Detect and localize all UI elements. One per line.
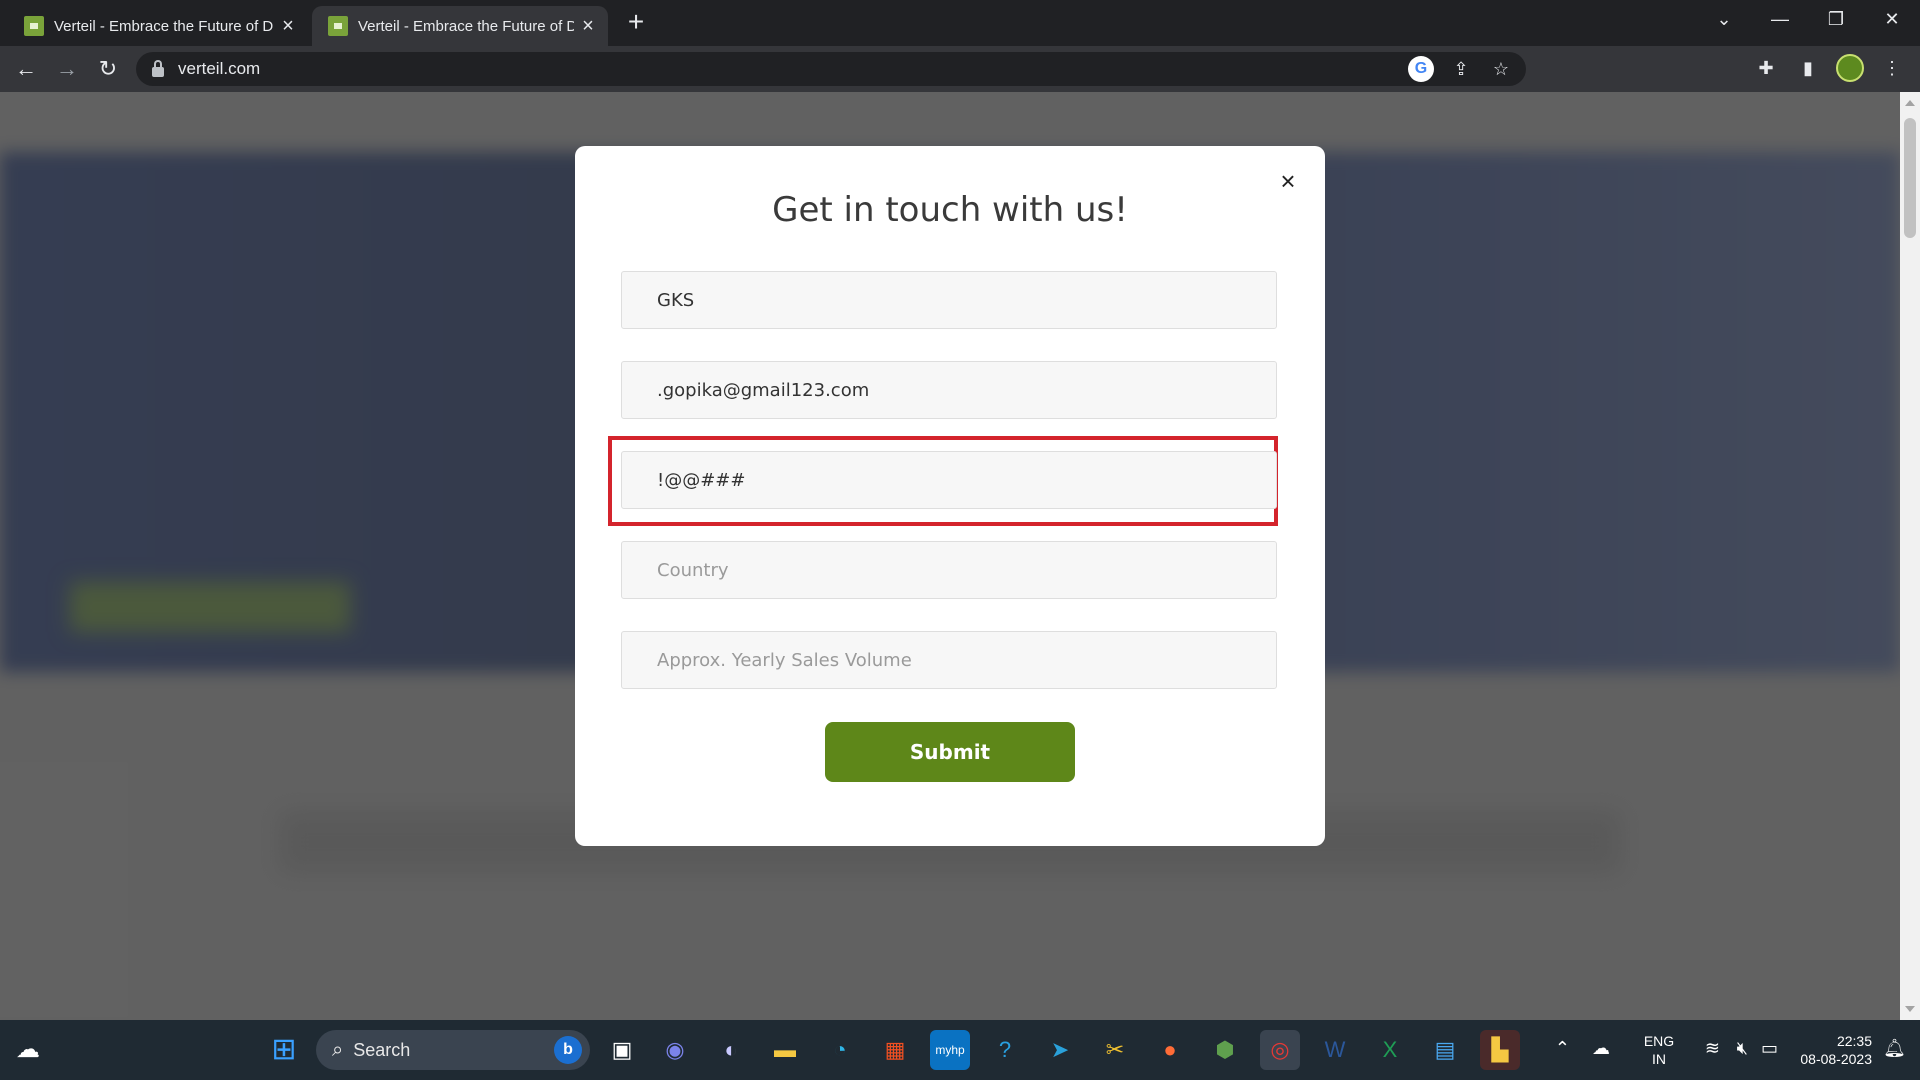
contact-modal: × Get in touch with us! GKS .gopika@gmai… [575,146,1325,846]
language-line2: IN [1652,1051,1666,1067]
page-scrollbar[interactable] [1900,92,1920,1020]
notification-bell-icon[interactable]: 🔔︎ [1883,1038,1906,1059]
bookmark-star-icon[interactable]: ☆ [1488,56,1514,82]
address-bar[interactable]: verteil.com G ⇪ ☆ [136,52,1526,86]
forward-icon[interactable]: → [51,53,83,85]
side-panel-icon[interactable]: ▮ [1794,54,1822,82]
window-controls: ⌄ — ❐ ✕ [1696,0,1920,40]
file-explorer-icon[interactable]: ▬ [765,1030,805,1070]
extensions-puzzle-icon[interactable]: ✚ [1752,54,1780,82]
lock-icon [152,60,164,77]
language-line1: ENG [1643,1033,1675,1049]
tab-search-icon[interactable]: ⌄ [1696,0,1752,40]
google-lens-icon[interactable]: G [1408,56,1434,82]
windows-start-icon[interactable]: ⊞ [264,1030,304,1070]
nodejs-icon[interactable]: ⬢ [1205,1030,1245,1070]
chrome-icon[interactable]: ◎ [1260,1030,1300,1070]
scroll-thumb[interactable] [1904,118,1916,238]
myhp-icon[interactable]: myhp [930,1030,970,1070]
sales-volume-field[interactable]: Approx. Yearly Sales Volume [621,631,1277,689]
windows-taskbar: ☁ ⊞ ⌕ Search b ▣ ◉ ◐ ▬ ◔ ▦ myhp ? ➤ ✂ ● … [0,1020,1920,1080]
task-view-icon[interactable]: ▣ [602,1030,642,1070]
reload-icon[interactable]: ↻ [92,53,124,85]
volume-muted-icon[interactable]: 🔇︎ [1737,1038,1748,1059]
show-hidden-icons-icon[interactable]: ⌃ [1555,1038,1570,1059]
submit-button[interactable]: Submit [825,722,1075,782]
omnibox-actions: G ⇪ ☆ [1408,56,1514,82]
language-indicator[interactable]: ENG IN [1634,1032,1684,1068]
snip-tool-icon[interactable]: ✂ [1095,1030,1135,1070]
scroll-up-icon[interactable] [1905,100,1915,106]
verteil-favicon-icon [24,16,44,36]
menu-kebab-icon[interactable]: ⋮ [1878,54,1906,82]
tab-title: Verteil - Embrace the Future of D [54,17,274,35]
extension-icons: ✚ ▮ ⋮ [1752,54,1906,82]
browser-toolbar: ← → ↻ verteil.com G ⇪ ☆ ✚ ▮ ⋮ [0,46,1920,92]
verteil-favicon-icon [328,16,348,36]
search-label: Search [353,1039,411,1060]
restore-icon[interactable]: ❐ [1808,0,1864,40]
edge-icon[interactable]: ◔ [820,1030,860,1070]
help-icon[interactable]: ? [985,1030,1025,1070]
weather-icon[interactable]: ☁ [8,1030,48,1070]
minimize-icon[interactable]: — [1752,0,1808,40]
url-text: verteil.com [178,59,261,78]
eclipse-icon[interactable]: ◐ [711,1030,751,1070]
browser-tab[interactable]: Verteil - Embrace the Future of D × [8,6,308,46]
clock-date: 08-08-2023 [1800,1051,1872,1067]
telegram-icon[interactable]: ➤ [1040,1030,1080,1070]
email-field[interactable]: .gopika@gmail123.com [621,361,1277,419]
tab-title: Verteil - Embrace the Future of D [358,17,574,35]
phone-field[interactable]: !@@### [621,451,1277,509]
share-icon[interactable]: ⇪ [1448,56,1474,82]
excel-icon[interactable]: X [1370,1030,1410,1070]
profile-avatar-icon[interactable] [1836,54,1864,82]
wifi-icon[interactable]: ≋ [1705,1038,1720,1059]
file-explorer-icon-2[interactable]: ▙ [1480,1030,1520,1070]
taskbar-search[interactable]: ⌕ Search b [316,1030,590,1070]
word-icon[interactable]: W [1315,1030,1355,1070]
country-field[interactable]: Country [621,541,1277,599]
notepad-icon[interactable]: ▤ [1425,1030,1465,1070]
tab-close-icon[interactable]: × [574,15,602,38]
clock-time: 22:35 [1836,1033,1872,1049]
modal-title: Get in touch with us! [772,190,1128,230]
close-window-icon[interactable]: ✕ [1864,0,1920,40]
microsoft-store-icon[interactable]: ▦ [875,1030,915,1070]
battery-icon[interactable]: ▭ [1761,1038,1778,1059]
onedrive-icon[interactable]: ☁ [1592,1038,1610,1059]
name-field[interactable]: GKS [621,271,1277,329]
teams-chat-icon[interactable]: ◉ [655,1030,695,1070]
clock[interactable]: 22:35 08-08-2023 [1782,1032,1872,1068]
browser-titlebar: Verteil - Embrace the Future of D × Vert… [0,0,1920,46]
new-tab-button[interactable]: + [620,6,652,38]
tab-close-icon[interactable]: × [274,15,302,38]
bing-icon[interactable]: b [554,1036,582,1064]
browser-tab-active[interactable]: Verteil - Embrace the Future of D × [312,6,608,46]
postman-icon[interactable]: ● [1150,1030,1190,1070]
back-icon[interactable]: ← [10,53,42,85]
search-icon: ⌕ [332,1038,344,1061]
scroll-down-icon[interactable] [1905,1006,1915,1012]
